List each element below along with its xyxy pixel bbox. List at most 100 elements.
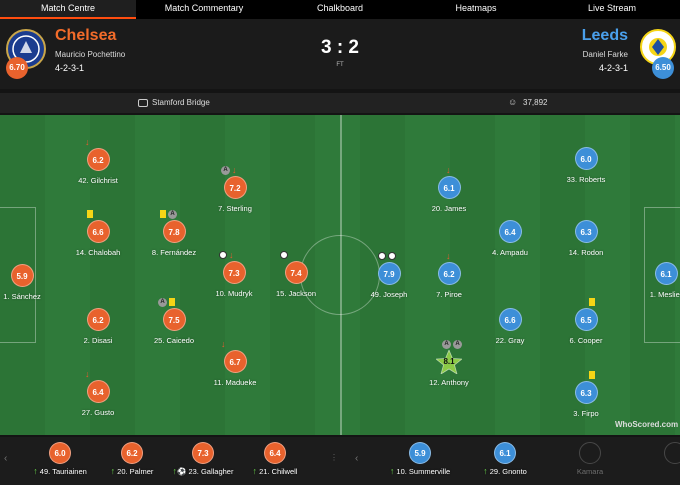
player-name: Kamara <box>576 467 604 476</box>
player-gusto[interactable]: ↓ 6.4 27. Gusto <box>58 370 138 418</box>
away-team-name[interactable]: Leeds <box>582 27 628 45</box>
player-gilchrist[interactable]: ↓ 6.2 42. Gilchrist <box>58 138 138 186</box>
player-rating: 5.9 <box>10 264 34 287</box>
goal-icon <box>219 251 227 259</box>
player-name: 7. Sterling <box>218 204 252 213</box>
player-james[interactable]: ↓ 6.1 20. James <box>409 166 489 214</box>
player-ampadu[interactable]: 6.4 4. Ampadu <box>470 220 550 257</box>
player-gray[interactable]: 6.6 22. Gray <box>470 308 550 345</box>
player-name: 7. Piroe <box>436 290 462 299</box>
player-name: 14. Rodon <box>568 248 604 257</box>
player-disasi[interactable]: 6.2 2. Disasi <box>58 308 138 345</box>
assist-icon: A <box>453 340 462 349</box>
player-anthony[interactable]: AA 8.1 12. Anthony <box>409 340 489 387</box>
sub-off-icon: ↓ <box>221 339 226 349</box>
player-name: 27. Gusto <box>81 408 115 417</box>
sub-off-icon: ↓ <box>446 165 451 175</box>
sub-gnonto[interactable]: 6.1 ↑ 29. Gnonto <box>460 442 550 476</box>
tab-chalkboard[interactable]: Chalkboard <box>272 0 408 19</box>
bench-scroll-left-icon[interactable]: ‹ <box>4 453 7 464</box>
player-meslier[interactable]: 6.1 1. Meslier <box>626 262 680 299</box>
player-rating: 7.3 <box>192 442 214 464</box>
player-madueke[interactable]: ↓ 6.7 11. Madueke <box>195 340 275 388</box>
player-rating: 7.9 <box>377 262 401 285</box>
player-rating: 7.3 <box>222 261 246 284</box>
bench-scroll-mid-icon[interactable]: ‹ <box>355 453 358 464</box>
away-manager: Daniel Farke <box>582 50 628 59</box>
player-name: 4. Ampadu <box>492 248 528 257</box>
tab-bar: Match Centre Match Commentary Chalkboard… <box>0 0 680 19</box>
player-firpo[interactable]: 6.3 3. Firpo <box>546 371 626 418</box>
sub-on-icon: ↑ <box>110 466 116 476</box>
player-chalobah[interactable]: 6.6 14. Chalobah <box>58 210 138 257</box>
tab-live-stream[interactable]: Live Stream <box>544 0 680 19</box>
away-formation: 4-2-3-1 <box>598 63 628 73</box>
player-rating: 6.4 <box>264 442 286 464</box>
player-name: 14. Chalobah <box>75 248 121 257</box>
player-name: ↑ 21. Chilwell <box>252 466 298 477</box>
player-rodon[interactable]: 6.3 14. Rodon <box>546 220 626 257</box>
player-name: 11. Madueke <box>213 378 257 387</box>
tab-match-commentary[interactable]: Match Commentary <box>136 0 272 19</box>
home-formation: 4-2-3-1 <box>55 63 85 73</box>
yellow-card-icon <box>589 298 595 306</box>
player-name: 1. Meslier <box>649 290 680 299</box>
sub-kamara[interactable]: Kamara <box>545 442 635 476</box>
player-sterling[interactable]: A ↓ 7.2 7. Sterling <box>195 166 275 214</box>
pitch: ↓ 6.2 42. Gilchrist A ↓ 7.2 7. Sterling 6… <box>0 115 680 435</box>
sub-chilwell[interactable]: 6.4 ↑ 21. Chilwell <box>230 442 320 476</box>
home-team-name[interactable]: Chelsea <box>55 27 116 45</box>
player-sanchez[interactable]: 5.9 1. Sánchez <box>0 264 62 301</box>
player-name: 3. Firpo <box>573 409 599 418</box>
sub-off-icon: ↓ <box>85 137 90 147</box>
player-jackson[interactable]: 7.4 15. Jackson <box>256 251 336 298</box>
sub-summerville[interactable]: 5.9 ↑ 10. Summerville <box>375 442 465 476</box>
tab-heatmaps[interactable]: Heatmaps <box>408 0 544 19</box>
sub-off-icon: ↓ <box>446 251 451 261</box>
goal-icon <box>378 252 386 260</box>
player-rating: 6.1 <box>437 176 461 199</box>
away-team-rating: 6.50 <box>652 57 674 79</box>
player-caicedo[interactable]: A 7.5 25. Caicedo <box>134 298 214 345</box>
sub-on-icon: ↑ <box>483 466 488 476</box>
assist-icon: A <box>168 210 177 219</box>
player-rating: 6.7 <box>223 350 247 373</box>
player-rating: 6.0 <box>574 147 598 170</box>
player-rating <box>579 442 601 464</box>
sub-on-icon: ↑ <box>389 466 395 476</box>
player-rating: 6.2 <box>86 148 110 171</box>
assist-icon: A <box>442 340 451 349</box>
bench-divider-icon: ⋮ <box>330 453 338 462</box>
player-rating: 6.2 <box>121 442 143 464</box>
attendance-icon: ☺ <box>508 97 518 107</box>
player-name: 42. Gilchrist <box>78 176 118 185</box>
match-info-bar: Stamford Bridge ☺ 37,892 <box>0 93 680 113</box>
player-rating: 6.1 <box>654 262 678 285</box>
yellow-card-icon <box>160 210 166 218</box>
player-roberts[interactable]: 6.0 33. Roberts <box>546 147 626 184</box>
player-rating: 6.4 <box>498 220 522 243</box>
sub-on-icon: ↑ <box>172 466 178 476</box>
sub-unused[interactable] <box>630 442 680 464</box>
player-rating: 7.2 <box>223 176 247 199</box>
player-rating: 6.6 <box>86 220 110 243</box>
player-name: 6. Cooper <box>569 336 603 345</box>
goal-icon <box>388 252 396 260</box>
player-fernandez[interactable]: A 7.8 8. Fernández <box>134 210 214 257</box>
player-name: 2. Disasi <box>83 336 113 345</box>
player-piroe[interactable]: ↓ 6.2 7. Piroe <box>409 252 489 300</box>
venue-label: Stamford Bridge <box>152 98 210 107</box>
sub-on-icon: ↑ <box>33 466 38 476</box>
yellow-card-icon <box>169 298 175 306</box>
home-team-rating: 6.70 <box>6 57 28 79</box>
man-of-the-match-star-icon: 8.1 <box>436 350 462 374</box>
player-cooper[interactable]: 6.5 6. Cooper <box>546 298 626 345</box>
player-rating: 7.4 <box>284 261 308 284</box>
player-rating: 6.0 <box>49 442 71 464</box>
sub-off-icon: ↓ <box>229 250 234 260</box>
player-rating: 7.5 <box>162 308 186 331</box>
match-score: 3 : 2 <box>320 37 360 58</box>
tab-match-centre[interactable]: Match Centre <box>0 0 136 19</box>
assist-icon: A <box>221 166 230 175</box>
substitutes-bench: ‹ 6.0 ↑ 49. Tauriainen 6.2 ↑ 20. Palmer … <box>0 437 680 485</box>
